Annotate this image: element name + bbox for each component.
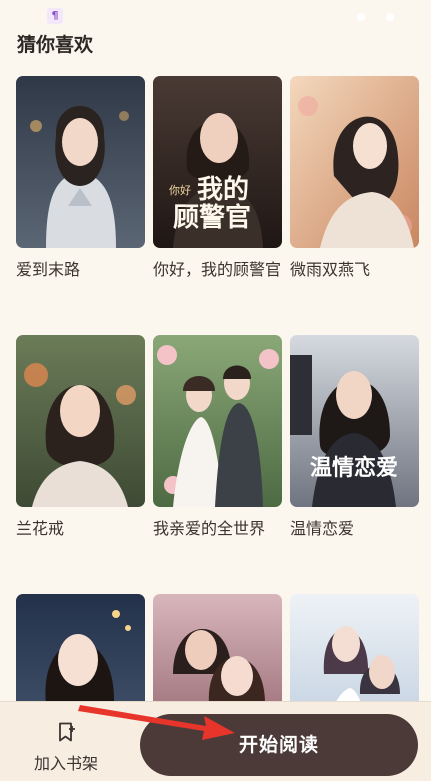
red-arrow-annotation (78, 705, 235, 740)
